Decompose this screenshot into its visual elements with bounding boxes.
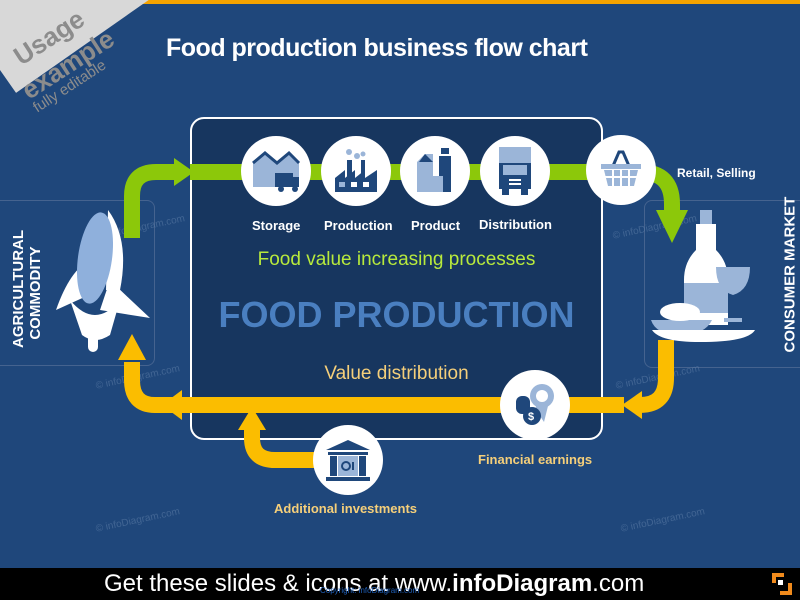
infodiagram-logo-icon [772, 573, 792, 595]
retail-step[interactable] [586, 135, 656, 205]
distribution-label: Distribution [479, 217, 552, 232]
product-step[interactable] [400, 136, 470, 206]
packaged-goods-icon [417, 148, 451, 192]
bank-vault-icon [326, 440, 370, 481]
footer-bar: Get these slides & icons at www.infoDiag… [0, 568, 800, 600]
agricultural-label-line1: AGRICULTURAL [10, 229, 27, 348]
agricultural-commodity-label: AGRICULTURAL COMMODITY [10, 229, 44, 348]
production-label: Production [324, 218, 393, 233]
product-label: Product [411, 218, 461, 233]
footer-text-post: .com [592, 570, 645, 597]
food-production-heading: FOOD PRODUCTION [218, 294, 575, 335]
factory-icon [335, 149, 377, 192]
storage-label: Storage [252, 218, 301, 233]
orange-arrowhead-left [622, 391, 642, 419]
agricultural-label-line2: COMMODITY [27, 246, 44, 340]
truck-front-icon [499, 147, 531, 195]
shopping-basket-icon [601, 150, 641, 186]
financial-earnings-label: Financial earnings [478, 452, 593, 467]
additional-investments-step[interactable] [313, 425, 383, 495]
orange-flow-arrow-left [124, 362, 182, 413]
additional-investments-label: Additional investments [274, 501, 418, 516]
storage-step[interactable] [241, 136, 311, 206]
green-arrowhead-down [656, 210, 688, 243]
food-value-subtitle: Food value increasing processes [257, 249, 536, 270]
coins-award-icon: $ [516, 384, 554, 425]
retail-selling-label: Retail, Selling [677, 166, 756, 180]
green-flow-arrow-left [124, 164, 176, 238]
orange-arrowhead-up [118, 334, 146, 360]
production-step[interactable] [321, 136, 391, 206]
value-distribution-subtitle: Value distribution [324, 363, 469, 384]
distribution-step[interactable] [480, 136, 550, 206]
orange-flow-arrow-right [639, 340, 674, 413]
footer-brand: infoDiagram [452, 570, 593, 597]
svg-text:$: $ [528, 411, 534, 423]
orange-investment-arrow [244, 428, 322, 468]
consumer-market-label: CONSUMER MARKET [781, 196, 799, 353]
footer-copyright: Copyright: infoDiagram.com [320, 586, 420, 595]
warehouse-truck-icon [252, 150, 301, 192]
